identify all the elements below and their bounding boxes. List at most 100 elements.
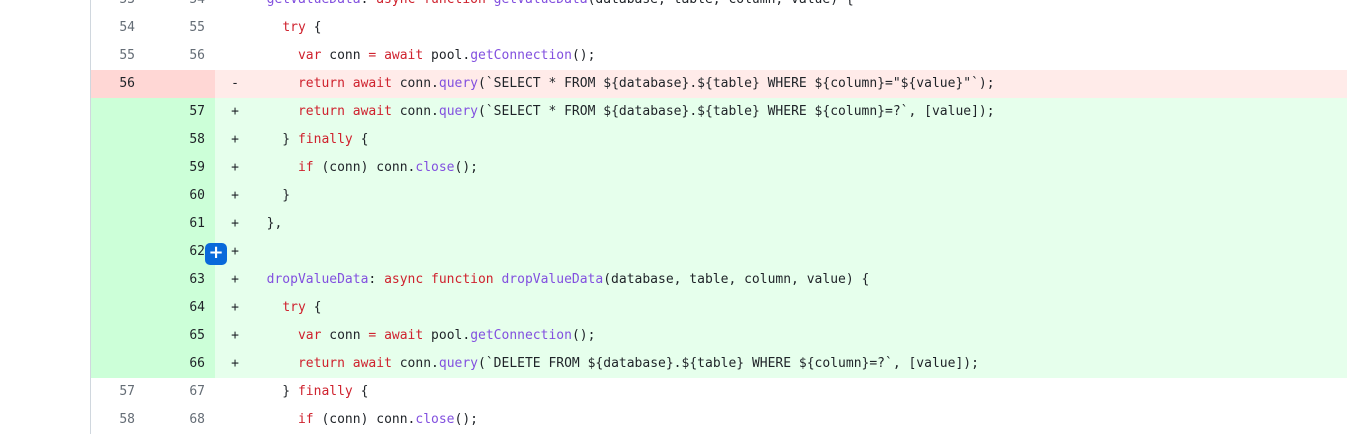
new-line-number[interactable]: 55 xyxy=(153,14,215,42)
code-token: await xyxy=(384,48,424,63)
code-token: (`SELECT * FROM ${database}.${table} WHE… xyxy=(478,104,995,119)
old-line-number[interactable]: 56 xyxy=(91,70,153,98)
old-line-number[interactable]: 53 xyxy=(91,0,153,14)
code-token: (database, table, column, value) { xyxy=(588,0,854,7)
added-line: 57 + return await conn.query(`SELECT * FR… xyxy=(91,98,1347,126)
old-line-number[interactable] xyxy=(91,154,153,182)
old-line-number[interactable] xyxy=(91,294,153,322)
old-line-number[interactable] xyxy=(91,98,153,126)
code-token: var xyxy=(297,328,322,343)
code-token: await xyxy=(352,104,392,119)
new-line-number[interactable]: 63 xyxy=(153,266,215,294)
code-token: return xyxy=(297,356,345,371)
added-line: 62 + + xyxy=(91,238,1347,266)
new-line-number[interactable]: 57 xyxy=(153,98,215,126)
added-line: 63 + dropValueData: async function dropVa… xyxy=(91,266,1347,294)
old-line-number[interactable] xyxy=(91,210,153,238)
code-token: query xyxy=(438,356,479,371)
new-line-number[interactable]: 60 xyxy=(153,182,215,210)
old-line-number[interactable] xyxy=(91,182,153,210)
code-token: query xyxy=(438,76,479,91)
plus-icon: + xyxy=(208,242,224,263)
code-token: dropValueData xyxy=(501,272,604,287)
new-line-number[interactable]: 59 xyxy=(153,154,215,182)
code-line: dropValueData: async function dropValueD… xyxy=(247,266,1347,294)
added-line: 66 + return await conn.query(`DELETE FROM… xyxy=(91,350,1347,378)
new-line-number[interactable]: 56 xyxy=(153,42,215,70)
new-line-number[interactable]: 67 xyxy=(153,378,215,406)
code-token: await xyxy=(352,76,392,91)
code-token: (conn) conn. xyxy=(313,160,416,175)
old-line-number[interactable] xyxy=(91,266,153,294)
code-token: getValueData xyxy=(494,0,588,7)
diff-view: 5354 getValueData: async function getVal… xyxy=(90,0,1347,434)
code-token: conn xyxy=(321,328,369,343)
new-line-number[interactable]: 58 xyxy=(153,126,215,154)
context-line: 58 68 if (conn) conn.close(); xyxy=(91,406,1347,434)
code-line: try { xyxy=(247,294,1347,322)
new-line-number[interactable] xyxy=(153,70,215,98)
diff-marker xyxy=(215,0,247,14)
old-line-number[interactable]: 57 xyxy=(91,378,153,406)
new-line-number[interactable]: 65 xyxy=(153,322,215,350)
code-line: if (conn) conn.close(); xyxy=(247,154,1347,182)
code-token: : xyxy=(368,272,385,287)
old-line-number[interactable] xyxy=(91,350,153,378)
code-line: var conn = await pool.getConnection(); xyxy=(247,42,1347,70)
code-token: (); xyxy=(454,412,478,427)
old-line-number[interactable]: 55 xyxy=(91,42,153,70)
old-line-number[interactable]: 58 xyxy=(91,406,153,434)
code-line: return await conn.query(`SELECT * FROM $… xyxy=(247,98,1347,126)
code-token: await xyxy=(352,356,392,371)
new-line-number[interactable]: 64 xyxy=(153,294,215,322)
old-line-number[interactable] xyxy=(91,126,153,154)
code-token: if xyxy=(297,412,314,427)
code-line: } finally { xyxy=(247,378,1347,406)
diff-marker xyxy=(215,14,247,42)
code-token: } xyxy=(251,188,291,203)
old-line-number[interactable] xyxy=(91,238,153,266)
new-line-number[interactable]: 68 xyxy=(153,406,215,434)
new-line-number[interactable]: 66 xyxy=(153,350,215,378)
old-line-number[interactable]: 54 xyxy=(91,14,153,42)
code-token: } xyxy=(251,384,298,399)
code-token: await xyxy=(384,328,424,343)
code-line: } xyxy=(247,182,1347,210)
code-token: async function xyxy=(376,0,493,7)
code-token: conn xyxy=(321,48,369,63)
code-token: (conn) conn. xyxy=(313,412,416,427)
code-token: { xyxy=(352,132,369,147)
code-token: (); xyxy=(571,48,596,63)
context-line: 55 56 var conn = await pool.getConnection… xyxy=(91,42,1347,70)
added-line: 65 + var conn = await pool.getConnection(… xyxy=(91,322,1347,350)
code-token: finally xyxy=(297,132,353,147)
add-comment-button[interactable]: + xyxy=(205,243,227,265)
diff-marker: + xyxy=(231,160,239,175)
diff-marker xyxy=(215,406,247,434)
old-line-number[interactable] xyxy=(91,322,153,350)
code-token: (`DELETE FROM ${database}.${table} WHERE… xyxy=(478,356,979,371)
code-token: (); xyxy=(571,328,596,343)
context-line: 57 67 } finally { xyxy=(91,378,1347,406)
new-line-number[interactable]: 54 xyxy=(153,0,215,14)
code-line: getValueData: async function getValueDat… xyxy=(247,0,1347,14)
code-token: try xyxy=(282,20,306,35)
diff-marker: + xyxy=(231,104,239,119)
code-token: pool. xyxy=(423,48,471,63)
new-line-number[interactable]: 61 xyxy=(153,210,215,238)
diff-marker: + xyxy=(231,132,239,147)
code-token: conn. xyxy=(391,76,439,91)
